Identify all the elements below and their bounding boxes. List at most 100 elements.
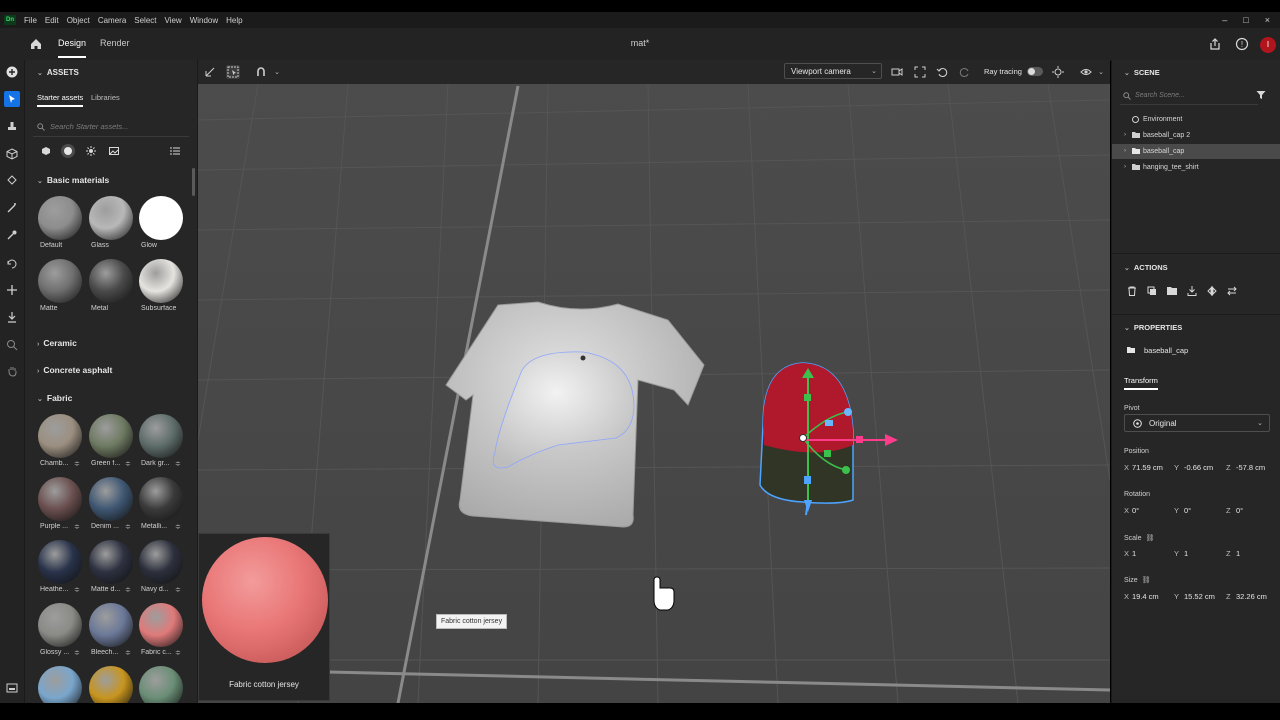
chevron-right-icon[interactable]: › bbox=[1124, 160, 1126, 175]
orbit-tool[interactable] bbox=[4, 256, 20, 272]
material-swatch[interactable] bbox=[139, 540, 183, 584]
material-swatch[interactable] bbox=[38, 196, 82, 240]
visibility-options-chevron[interactable]: ⌄ bbox=[1094, 65, 1108, 79]
adjust-icon[interactable]: ≑ bbox=[74, 586, 80, 594]
snapping-options-chevron[interactable]: ⌄ bbox=[270, 65, 284, 79]
tab-starter-assets[interactable]: Starter assets bbox=[37, 93, 84, 107]
material-swatch[interactable] bbox=[89, 666, 133, 703]
material-swatch[interactable] bbox=[89, 477, 133, 521]
position-y-field[interactable]: -0.66 cm bbox=[1184, 463, 1213, 472]
scene-item-hanging-tee-shirt[interactable]: › hanging_tee_shirt bbox=[1112, 160, 1280, 175]
camera-select[interactable]: Viewport camera ⌄ bbox=[784, 63, 882, 79]
minimize-button[interactable]: – bbox=[1222, 15, 1227, 25]
material-swatch[interactable] bbox=[139, 196, 183, 240]
filter-icon[interactable] bbox=[1256, 90, 1266, 100]
drop-to-ground-button[interactable] bbox=[1186, 285, 1198, 297]
category-fabric[interactable]: ⌄ Fabric bbox=[37, 393, 72, 403]
assets-scrollbar[interactable] bbox=[192, 168, 195, 196]
material-swatch[interactable] bbox=[139, 259, 183, 303]
pivot-select[interactable]: Original ⌄ bbox=[1124, 414, 1270, 432]
tab-transform[interactable]: Transform bbox=[1124, 376, 1158, 390]
pan-tool[interactable] bbox=[4, 363, 20, 379]
material-swatch[interactable] bbox=[38, 603, 82, 647]
tab-libraries[interactable]: Libraries bbox=[91, 93, 120, 102]
scale-z-field[interactable]: 1 bbox=[1236, 549, 1240, 558]
material-swatch[interactable] bbox=[139, 666, 183, 703]
position-z-field[interactable]: -57.8 cm bbox=[1236, 463, 1265, 472]
help-icon[interactable]: ! bbox=[1235, 37, 1249, 51]
size-z-field[interactable]: 32.26 cm bbox=[1236, 592, 1267, 601]
chevron-right-icon[interactable]: › bbox=[1124, 144, 1126, 159]
menu-camera[interactable]: Camera bbox=[94, 16, 130, 25]
size-x-field[interactable]: 19.4 cm bbox=[1132, 592, 1159, 601]
material-swatch[interactable] bbox=[38, 259, 82, 303]
object-tool[interactable] bbox=[4, 146, 20, 162]
material-swatch[interactable] bbox=[89, 414, 133, 458]
mirror-button[interactable] bbox=[1206, 285, 1218, 297]
position-x-field[interactable]: 71.59 cm bbox=[1132, 463, 1163, 472]
scene-item-baseball-cap-2[interactable]: › baseball_cap 2 bbox=[1112, 128, 1280, 143]
rotation-z-field[interactable]: 0° bbox=[1236, 506, 1243, 515]
adjust-icon[interactable]: ≑ bbox=[125, 649, 131, 657]
bottom-panel-toggle[interactable] bbox=[4, 680, 20, 696]
material-swatch[interactable] bbox=[38, 540, 82, 584]
transform-gizmo-button[interactable] bbox=[203, 65, 217, 79]
properties-header[interactable]: ⌄ PROPERTIES bbox=[1124, 323, 1182, 332]
material-swatch[interactable] bbox=[139, 477, 183, 521]
assets-search-input[interactable]: Search Starter assets... bbox=[33, 118, 189, 137]
scene-item-environment[interactable]: Environment bbox=[1112, 112, 1280, 127]
snapping-button[interactable] bbox=[254, 65, 268, 79]
filter-materials-button[interactable] bbox=[61, 144, 75, 158]
eyedropper-tool[interactable] bbox=[4, 227, 20, 243]
chevron-right-icon[interactable]: › bbox=[1124, 128, 1126, 143]
add-tool[interactable] bbox=[4, 64, 20, 80]
reset-camera-button[interactable] bbox=[935, 65, 949, 79]
select-tool[interactable] bbox=[4, 91, 20, 107]
scale-y-field[interactable]: 1 bbox=[1184, 549, 1188, 558]
adjust-icon[interactable]: ≑ bbox=[74, 460, 80, 468]
share-icon[interactable] bbox=[1208, 37, 1222, 51]
menu-window[interactable]: Window bbox=[186, 16, 222, 25]
3d-viewport[interactable] bbox=[198, 60, 1110, 703]
material-swatch[interactable] bbox=[139, 603, 183, 647]
frame-selection-button[interactable] bbox=[913, 65, 927, 79]
rotation-x-field[interactable]: 0° bbox=[1132, 506, 1139, 515]
menu-edit[interactable]: Edit bbox=[41, 16, 63, 25]
material-swatch[interactable] bbox=[89, 259, 133, 303]
list-view-button[interactable] bbox=[168, 144, 182, 158]
user-avatar[interactable]: I bbox=[1260, 37, 1276, 53]
swap-button[interactable] bbox=[1226, 285, 1238, 297]
adjust-icon[interactable]: ≑ bbox=[175, 586, 181, 594]
material-swatch[interactable] bbox=[139, 414, 183, 458]
material-swatch[interactable] bbox=[89, 603, 133, 647]
filter-lights-button[interactable] bbox=[84, 144, 98, 158]
material-swatch[interactable] bbox=[38, 477, 82, 521]
assets-header[interactable]: ⌄ ASSETS bbox=[37, 68, 79, 77]
redo-camera-button[interactable] bbox=[958, 65, 972, 79]
actions-header[interactable]: ⌄ ACTIONS bbox=[1124, 263, 1168, 272]
scene-header[interactable]: ⌄ SCENE bbox=[1124, 68, 1160, 77]
filter-models-button[interactable] bbox=[39, 144, 53, 158]
category-ceramic[interactable]: › Ceramic bbox=[37, 338, 77, 348]
material-swatch[interactable] bbox=[38, 666, 82, 703]
menu-object[interactable]: Object bbox=[63, 16, 94, 25]
material-swatch[interactable] bbox=[89, 540, 133, 584]
visibility-button[interactable] bbox=[1079, 65, 1093, 79]
material-swatch[interactable] bbox=[89, 196, 133, 240]
category-basic-materials[interactable]: ⌄ Basic materials bbox=[37, 175, 109, 185]
selection-mode-button[interactable] bbox=[226, 65, 240, 79]
delete-button[interactable] bbox=[1126, 285, 1138, 297]
close-button[interactable]: × bbox=[1265, 15, 1270, 25]
adjust-icon[interactable]: ≑ bbox=[74, 523, 80, 531]
scene-search-input[interactable]: Search Scene... bbox=[1120, 88, 1258, 105]
category-concrete-asphalt[interactable]: › Concrete asphalt bbox=[37, 365, 112, 375]
adjust-icon[interactable]: ≑ bbox=[125, 523, 131, 531]
adjust-icon[interactable]: ≑ bbox=[175, 523, 181, 531]
maximize-button[interactable]: □ bbox=[1243, 15, 1248, 25]
adjust-icon[interactable]: ≑ bbox=[175, 460, 181, 468]
material-tool[interactable] bbox=[4, 172, 20, 188]
menu-help[interactable]: Help bbox=[222, 16, 246, 25]
zoom-tool[interactable] bbox=[4, 337, 20, 353]
camera-bookmark-button[interactable] bbox=[890, 65, 904, 79]
filter-images-button[interactable] bbox=[107, 144, 121, 158]
